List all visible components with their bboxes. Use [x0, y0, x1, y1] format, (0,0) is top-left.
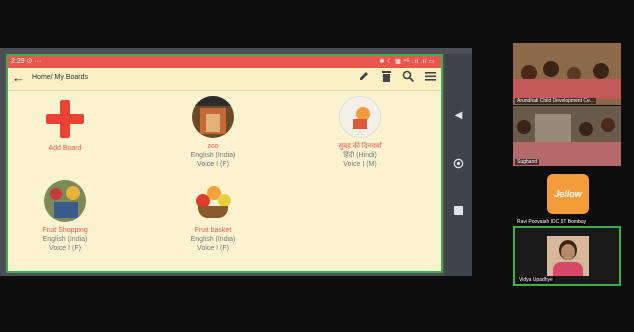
- morning-routine-thumbnail: [339, 96, 381, 138]
- pencil-icon[interactable]: [357, 70, 371, 86]
- participant-video: [547, 236, 589, 276]
- board-voice: Voice I (F): [197, 161, 229, 168]
- participant-tile-active-speaker[interactable]: Vidya Upadhye: [513, 226, 621, 286]
- phone-status-bar: 2:29 ⊙ ··· ✱ ☾ ▩ ⁴ᴳ .ıl .ıl ▭: [8, 56, 441, 68]
- app-bar: ← Home/ My Boards: [8, 68, 441, 91]
- nav-home-icon[interactable]: [445, 158, 472, 172]
- board-language: हिंदी (Hindi): [343, 152, 377, 159]
- participant-name: Vidya Upadhye: [517, 277, 555, 283]
- nav-recents-icon[interactable]: [445, 206, 472, 218]
- board-voice: Voice I (M): [343, 161, 377, 168]
- participant-tile[interactable]: Sughand: [513, 106, 621, 166]
- nav-back-icon[interactable]: ◀: [445, 110, 472, 121]
- board-fruit-basket[interactable]: Fruit basket English (India) Voice I (F): [158, 180, 268, 253]
- board-morning-routine[interactable]: सुबह की दिनचर्या हिंदी (Hindi) Voice I (…: [305, 96, 415, 169]
- participant-name: Sughand: [515, 159, 540, 165]
- jellow-logo: Jellow: [547, 174, 589, 214]
- board-voice: Voice I (F): [197, 245, 229, 252]
- back-arrow-icon[interactable]: ←: [12, 70, 25, 85]
- status-icons: ✱ ☾ ▩ ⁴ᴳ .ıl .ıl ▭: [379, 59, 435, 65]
- participant-name: Ravi Poovaiah IDC IIT Bombay: [515, 219, 589, 225]
- status-time-suffix: ⊙ ···: [26, 58, 42, 65]
- shared-screen: 2:29 ⊙ ··· ✱ ☾ ▩ ⁴ᴳ .ıl .ıl ▭ ← Home/ My…: [6, 54, 443, 273]
- trash-icon[interactable]: [379, 70, 393, 86]
- board-add[interactable]: Add Board: [10, 98, 120, 153]
- zoo-thumbnail: [192, 96, 234, 138]
- participant-tile[interactable]: Jellow Ravi Poovaiah IDC IIT Bombay: [513, 168, 621, 226]
- fruit-shopping-thumbnail: [44, 180, 86, 222]
- board-fruit-shopping[interactable]: Fruit Shopping English (India) Voice I (…: [10, 180, 120, 253]
- android-nav-bar: ◀: [445, 54, 472, 276]
- fruit-basket-thumbnail: [192, 180, 234, 222]
- board-voice: Voice I (F): [49, 245, 81, 252]
- board-language: English (India): [190, 152, 236, 159]
- board-name: सुबह की दिनचर्या: [338, 143, 382, 150]
- board-name: zoo: [207, 143, 219, 150]
- participant-tile[interactable]: Arundhati Child Development Ce...: [513, 43, 621, 105]
- status-time: 2:29: [11, 58, 25, 65]
- jellow-logo-text: Jellow: [554, 189, 582, 199]
- board-name: Fruit Shopping: [42, 227, 88, 234]
- toolbar: [357, 70, 437, 86]
- board-zoo[interactable]: zoo English (India) Voice I (F): [158, 96, 268, 169]
- breadcrumb: Home/ My Boards: [32, 74, 89, 81]
- add-plus-icon: [44, 98, 86, 140]
- board-name: Fruit basket: [194, 227, 232, 234]
- board-language: English (India): [190, 236, 236, 243]
- menu-icon[interactable]: [423, 70, 437, 86]
- participant-name: Arundhati Child Development Ce...: [515, 98, 596, 104]
- board-name: Add Board: [48, 145, 82, 152]
- board-language: English (India): [42, 236, 88, 243]
- search-icon[interactable]: [401, 70, 415, 86]
